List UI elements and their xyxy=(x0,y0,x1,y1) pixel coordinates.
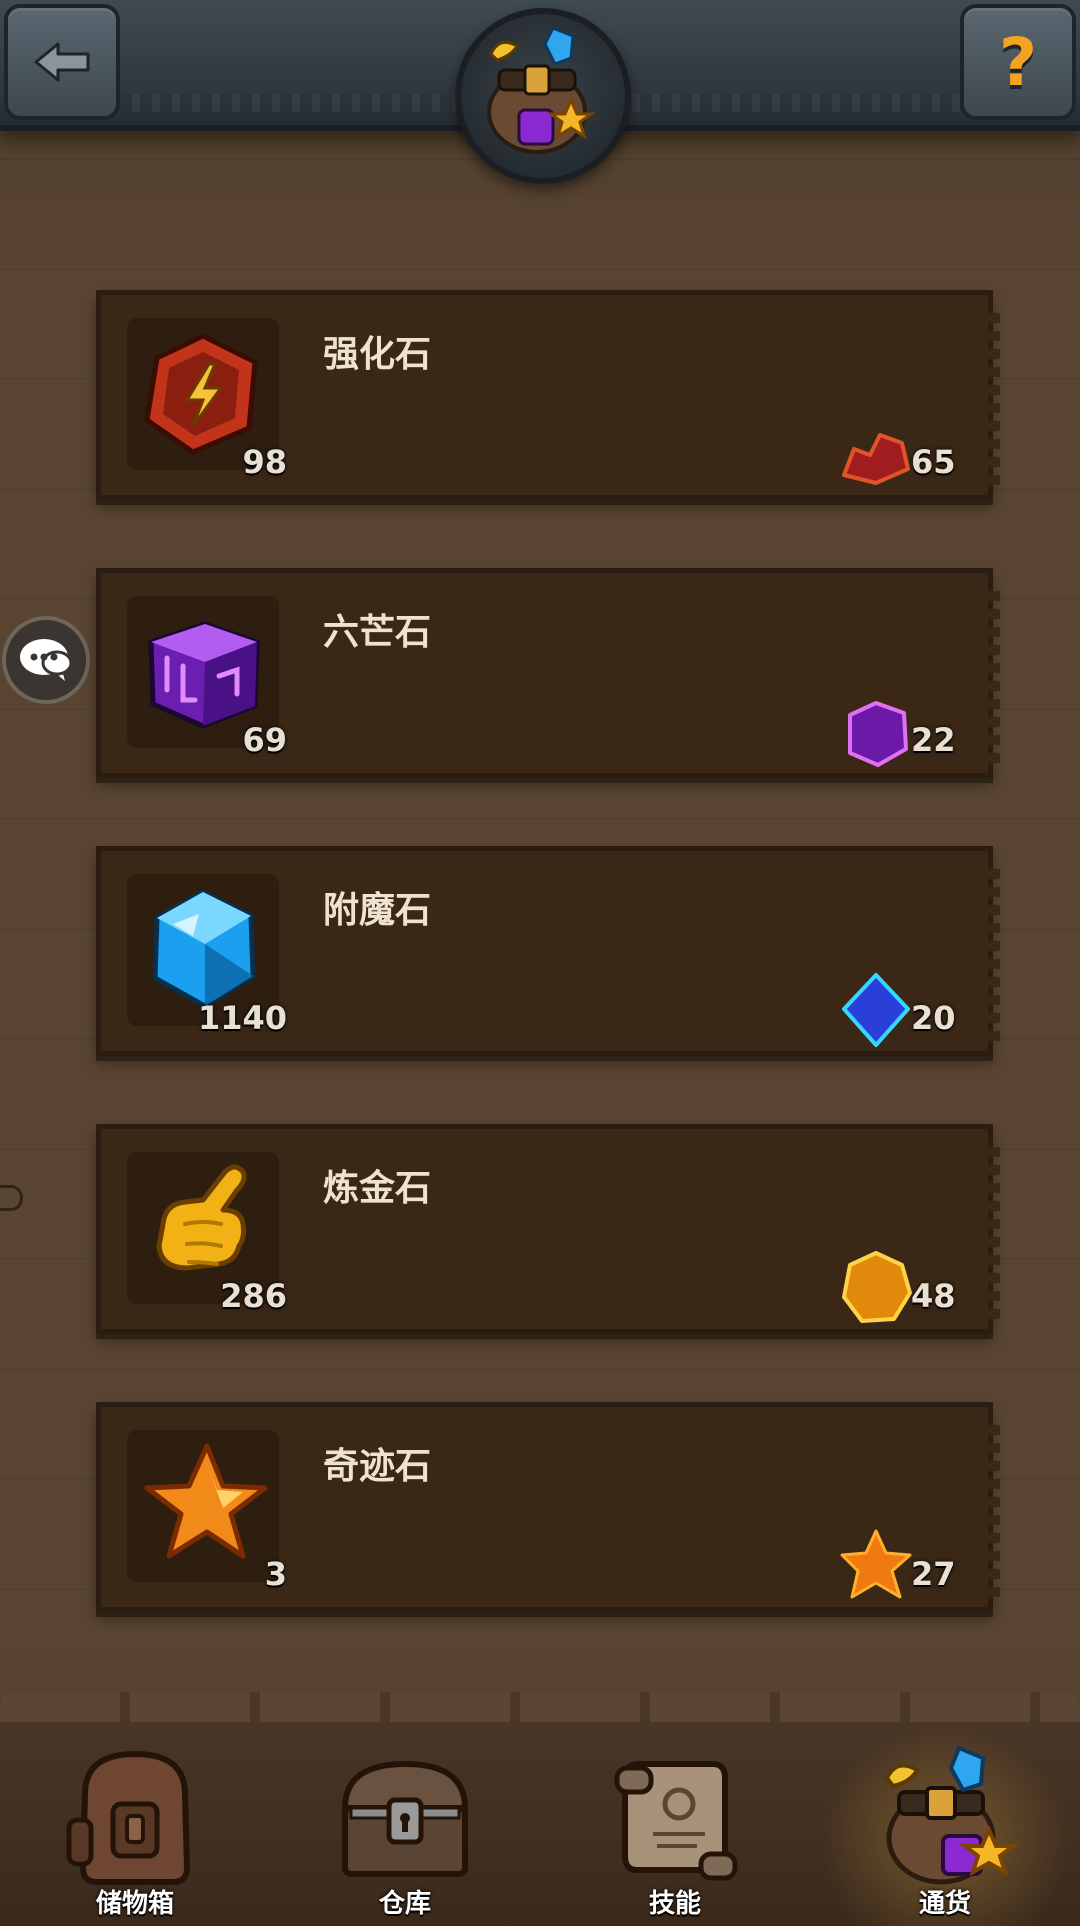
item-count: 3 xyxy=(264,1555,287,1593)
nav-label: 通货 xyxy=(918,1889,971,1919)
treasure-bag-icon xyxy=(884,1745,1019,1885)
back-button[interactable] xyxy=(4,4,120,120)
fragment-count: 27 xyxy=(911,1555,956,1593)
fragment-count: 65 xyxy=(911,443,956,481)
item-count: 98 xyxy=(242,443,287,481)
gold-fragment-icon xyxy=(842,1251,912,1323)
nav-label: 仓库 xyxy=(378,1889,431,1919)
item-card-enchant-stone[interactable]: 1140 附魔石 20 xyxy=(96,846,1000,1056)
item-name: 六芒石 xyxy=(323,612,432,653)
item-card-alchemy-stone[interactable]: 286 炼金石 48 xyxy=(96,1124,1000,1334)
item-name: 强化石 xyxy=(323,334,432,375)
blue-fragment-icon xyxy=(842,973,910,1047)
star-fragment-icon xyxy=(840,1529,912,1599)
currency-emblem xyxy=(455,8,631,184)
item-name: 附魔石 xyxy=(323,890,432,931)
nav-item-skills[interactable]: 技能 xyxy=(540,1716,810,1926)
nav-label: 技能 xyxy=(648,1889,701,1919)
help-button[interactable]: ? xyxy=(960,4,1076,120)
item-name: 奇迹石 xyxy=(323,1446,432,1487)
side-handle[interactable] xyxy=(0,1185,23,1211)
nav-item-warehouse[interactable]: 仓库 xyxy=(270,1716,540,1926)
red-fragment-icon xyxy=(842,433,910,485)
scroll-icon xyxy=(614,1761,738,1881)
nav-item-currency[interactable]: 通货 xyxy=(810,1716,1080,1926)
chat-bubble-icon xyxy=(20,639,73,681)
item-name: 炼金石 xyxy=(323,1168,432,1209)
item-card-enhance-stone[interactable]: 98 强化石 65 xyxy=(96,290,1000,500)
nav-label: 储物箱 xyxy=(95,1889,174,1919)
back-arrow-icon xyxy=(34,42,90,82)
purple-fragment-icon xyxy=(848,701,908,767)
treasure-bag-icon xyxy=(487,26,596,154)
nav-item-storage[interactable]: 储物箱 xyxy=(0,1716,270,1926)
item-card-hexagram-stone[interactable]: 69 六芒石 22 xyxy=(96,568,1000,778)
help-icon: ? xyxy=(998,23,1038,101)
backpack-icon xyxy=(66,1750,191,1885)
item-card-miracle-stone[interactable]: 3 奇迹石 27 xyxy=(96,1402,1000,1612)
item-count: 1140 xyxy=(197,999,287,1037)
chest-icon xyxy=(341,1760,469,1877)
fragment-count: 22 xyxy=(911,721,956,759)
fragment-count: 48 xyxy=(911,1277,956,1315)
item-count: 286 xyxy=(220,1277,287,1315)
chat-button[interactable] xyxy=(2,616,90,704)
bottom-nav: 储物箱 仓库 技能 通货 xyxy=(0,1692,1080,1926)
fragment-count: 20 xyxy=(911,999,956,1037)
item-count: 69 xyxy=(242,721,287,759)
